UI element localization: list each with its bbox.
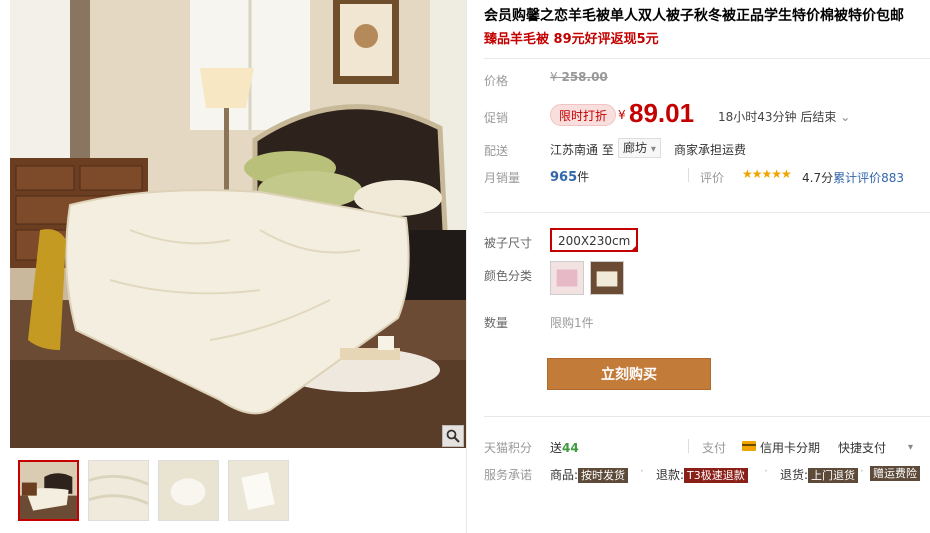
promo-badge: 限时打折 — [550, 104, 617, 126]
thumbnail-bedroom-image — [20, 462, 77, 519]
service-promise-label: 服务承诺 — [484, 468, 533, 482]
rating-summary[interactable]: 4.7分累计评价883 — [802, 169, 904, 186]
main-product-image[interactable] — [10, 0, 466, 448]
monthly-sales: 965件 — [550, 168, 589, 185]
thumbnail-4[interactable] — [228, 460, 289, 521]
promise-insurance[interactable]: 赠运费险 — [870, 466, 920, 481]
color-label: 颜色分类 — [484, 269, 533, 283]
currency-symbol: ¥ — [618, 108, 626, 122]
thumbnail-label-image — [229, 461, 288, 520]
thumbnail-3[interactable] — [158, 460, 219, 521]
currency-symbol: ¥ — [550, 70, 558, 84]
divider — [484, 212, 930, 213]
zoom-button[interactable] — [442, 425, 464, 447]
dropdown-arrow-icon: ▾ — [650, 144, 656, 155]
thumbnail-duvet-image — [89, 461, 148, 520]
sales-count-value: 965 — [550, 170, 578, 185]
credit-card-icon — [742, 441, 756, 451]
bedroom-photo — [10, 0, 466, 448]
review-count-value: 883 — [881, 171, 905, 185]
original-price: ¥ 258.00 — [550, 70, 608, 84]
color-option-beige[interactable] — [590, 261, 624, 295]
rating-stars: ★★★★★ — [742, 167, 792, 181]
rating-score: 4.7分 — [802, 171, 834, 185]
size-option-200x230[interactable]: 200X230cm — [550, 228, 639, 252]
promo-label: 促销 — [484, 111, 509, 125]
product-title: 会员购馨之恋羊毛被单人双人被子秋冬被正品学生特价棉被特价包邮 — [484, 8, 904, 24]
promise-refund[interactable]: 退款: T3极速退款 — [656, 466, 748, 483]
points-number: 44 — [562, 441, 579, 455]
pink-duvet-swatch — [551, 262, 583, 294]
buy-now-button[interactable]: 立刻购买 — [547, 358, 711, 390]
countdown-text: 18小时43分钟 后结束 — [718, 110, 837, 124]
divider — [466, 0, 467, 533]
destination-value: 廊坊 — [623, 141, 648, 155]
promise-prefix: 商品: — [550, 468, 579, 482]
destination-selector[interactable]: 廊坊 ▾ — [618, 138, 661, 158]
points-prefix: 送 — [550, 441, 563, 455]
original-price-value: 258.00 — [561, 70, 608, 84]
promise-tag: 赠运费险 — [870, 466, 920, 481]
review-label: 评价 — [700, 171, 725, 185]
separator — [688, 168, 689, 182]
product-gallery — [0, 0, 466, 533]
price-label: 价格 — [484, 74, 509, 88]
divider — [484, 58, 930, 59]
thumbnail-wool-image — [159, 461, 218, 520]
thumbnail-2[interactable] — [88, 460, 149, 521]
review-count-text: 累计评价 — [833, 171, 882, 185]
magnifier-icon — [446, 429, 460, 443]
quick-pay-option[interactable]: 快捷支付 — [838, 439, 886, 456]
promise-return[interactable]: 退货: 上门退货 — [780, 466, 859, 483]
promise-prefix: 退货: — [780, 468, 809, 482]
separator — [688, 439, 689, 453]
shipping-fee: 商家承担运费 — [674, 143, 747, 157]
chevron-down-icon: ⌄ — [840, 110, 851, 124]
size-label: 被子尺寸 — [484, 236, 533, 250]
points-value: 送44 — [550, 439, 579, 456]
separator: · — [860, 464, 864, 478]
color-option-pink[interactable] — [550, 261, 584, 295]
product-subtitle: 臻品羊毛被 89元好评返现5元 — [484, 32, 659, 47]
divider — [484, 416, 930, 417]
quantity-label: 数量 — [484, 316, 509, 330]
separator: · — [640, 464, 644, 478]
installment-option[interactable]: 信用卡分期 — [760, 439, 820, 456]
thumbnail-1[interactable] — [18, 460, 79, 521]
promise-tag: 上门退货 — [808, 468, 859, 483]
chevron-down-icon[interactable]: ▾ — [908, 442, 913, 453]
monthly-sales-label: 月销量 — [484, 171, 521, 185]
countdown-timer[interactable]: 18小时43分钟 后结束 ⌄ — [718, 108, 850, 125]
review-count-link[interactable]: 累计评价883 — [833, 171, 904, 185]
thumbnail-strip — [18, 460, 289, 521]
promo-price: 89.01 — [629, 98, 695, 128]
promise-prefix: 退款: — [656, 468, 685, 482]
shipping-label: 配送 — [484, 144, 509, 158]
payment-label: 支付 — [702, 441, 727, 455]
separator: · — [764, 464, 768, 478]
ship-from: 江苏南通 至 — [550, 143, 614, 157]
promise-shipping[interactable]: 商品: 按时发货 — [550, 466, 629, 483]
promise-tag: 按时发货 — [578, 468, 629, 483]
promise-tag: T3极速退款 — [684, 468, 748, 483]
beige-duvet-swatch — [591, 262, 623, 294]
points-label: 天猫积分 — [484, 441, 533, 455]
sales-unit: 件 — [577, 170, 590, 184]
quantity-limit: 限购1件 — [550, 316, 594, 330]
